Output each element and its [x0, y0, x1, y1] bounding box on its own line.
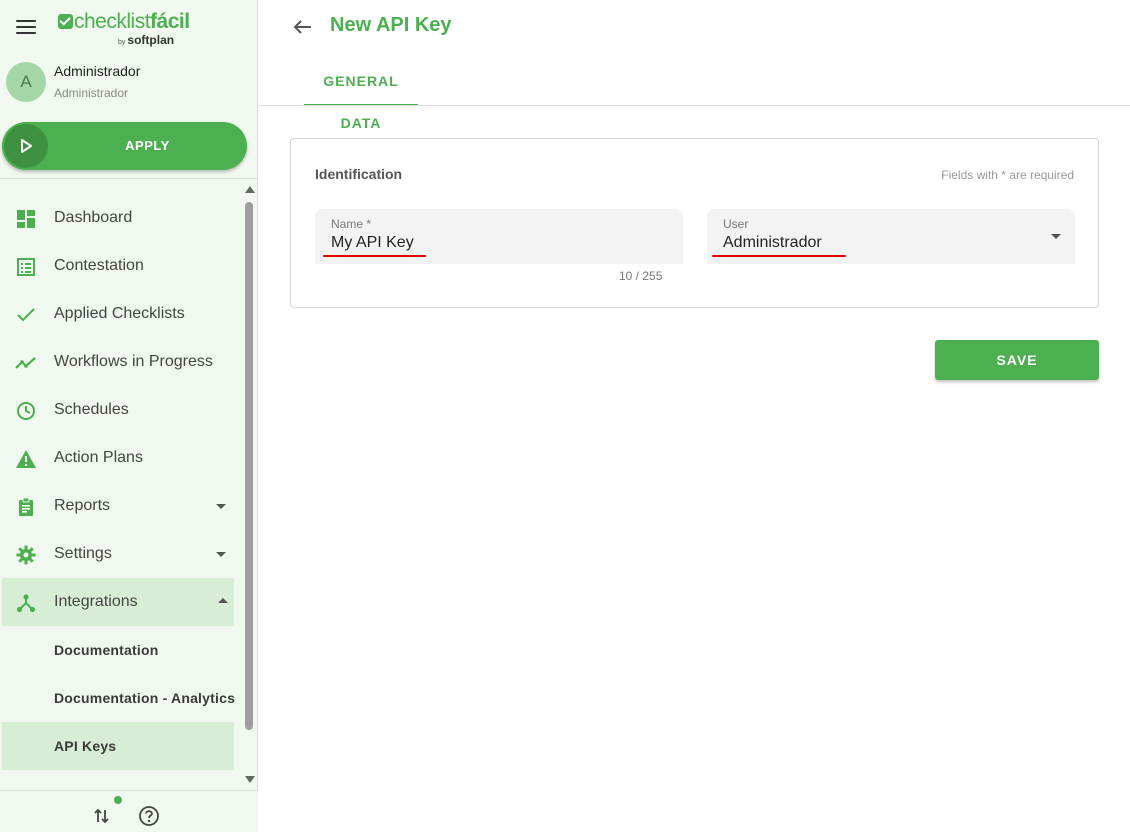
name-field[interactable]: Name * My API Key [315, 209, 683, 264]
sidebar-item-label: Workflows in Progress [54, 353, 213, 370]
dropdown-arrow-icon[interactable] [1051, 234, 1061, 239]
logo-text-bold: fácil [150, 10, 190, 33]
play-icon [4, 124, 48, 168]
sidebar-subitem-label: Documentation [54, 642, 159, 658]
logo-wordmark: checklistfácil [58, 10, 190, 34]
apply-label: APPLY [125, 138, 170, 153]
character-counter: 10 / 255 [619, 269, 663, 283]
user-select[interactable]: User Administrador [707, 209, 1075, 264]
app-window: checklistfácil by softplan A Administrado… [0, 0, 1130, 832]
sidebar-subitem-documentation[interactable]: Documentation [0, 626, 240, 674]
chevron-down-icon [216, 552, 226, 557]
sidebar-item-reports[interactable]: Reports [0, 482, 240, 530]
name-field-label: Name * [331, 217, 372, 231]
sidebar-subitem-label: API Keys [54, 738, 117, 754]
logo-text-light: checklist [74, 10, 151, 33]
back-arrow-icon[interactable] [292, 16, 314, 38]
menu-icon[interactable] [16, 20, 36, 34]
divider [0, 178, 258, 179]
sidebar-subitem-documentation-analytics[interactable]: Documentation - Analytics [0, 674, 240, 722]
sidebar-item-label: Schedules [54, 401, 129, 418]
integrations-icon [15, 592, 37, 614]
sidebar-subitem-api-keys[interactable]: API Keys [2, 722, 234, 770]
clipboard-icon [15, 496, 37, 518]
tab-label: GENERAL DATA [323, 73, 399, 131]
user-profile[interactable]: A Administrador Administrador [6, 62, 251, 104]
sync-icon[interactable] [92, 806, 112, 826]
logo-by: by [118, 39, 126, 46]
divider [258, 105, 1130, 106]
user-field-value: Administrador [723, 234, 822, 251]
sidebar-item-action-plans[interactable]: Action Plans [0, 434, 240, 482]
section-title: Identification [315, 166, 403, 182]
list-icon [15, 256, 37, 278]
trending-icon [15, 352, 37, 374]
clock-icon [15, 400, 37, 422]
name-field-value[interactable]: My API Key [331, 234, 414, 252]
chevron-down-icon [216, 504, 226, 509]
sidebar-item-label: Contestation [54, 257, 144, 274]
save-button[interactable]: SAVE [935, 340, 1099, 380]
avatar: A [6, 62, 46, 102]
status-dot [114, 796, 122, 804]
sidebar-item-label: Reports [54, 497, 111, 514]
scroll-up-icon[interactable] [245, 186, 255, 193]
sidebar-item-label: Dashboard [54, 209, 133, 226]
sidebar-item-label: Settings [54, 545, 112, 562]
sidebar-item-label: Action Plans [54, 449, 143, 466]
sidebar-header: checklistfácil by softplan [0, 0, 258, 56]
identification-card: Identification Fields with * are require… [290, 138, 1099, 308]
page-title: New API Key [330, 14, 452, 36]
sidebar-item-workflows[interactable]: Workflows in Progress [0, 338, 240, 386]
sidebar-item-settings[interactable]: Settings [0, 530, 240, 578]
main-content: New API Key GENERAL DATA Identification … [258, 0, 1130, 832]
scrollbar-thumb[interactable] [245, 202, 253, 730]
user-role: Administrador [54, 86, 129, 100]
check-icon [15, 304, 37, 326]
logo-byline: by softplan [118, 33, 174, 47]
sidebar-item-contestation[interactable]: Contestation [0, 242, 240, 290]
sidebar-item-integrations[interactable]: Integrations [2, 578, 234, 626]
sidebar-item-schedules[interactable]: Schedules [0, 386, 240, 434]
gear-icon [15, 544, 37, 566]
logo-company: softplan [127, 33, 175, 47]
help-icon[interactable] [138, 805, 160, 827]
sidebar-nav: Dashboard Contestation Applied Checklist… [0, 194, 240, 789]
sidebar-footer [0, 790, 258, 832]
scroll-down-icon[interactable] [245, 776, 255, 783]
warning-icon [15, 448, 37, 470]
required-fields-note: Fields with * are required [941, 168, 1074, 182]
sidebar-subitem-label: Documentation - Analytics [54, 690, 236, 706]
sidebar-scrollbar[interactable] [243, 184, 255, 787]
dashboard-icon [15, 208, 37, 230]
logo: checklistfácil by softplan [58, 10, 198, 50]
sidebar-item-applied-checklists[interactable]: Applied Checklists [0, 290, 240, 338]
highlight-underline [323, 255, 426, 257]
chevron-up-icon [218, 598, 228, 603]
sidebar-item-label: Integrations [54, 593, 138, 610]
tab-general-data[interactable]: GENERAL DATA [304, 60, 418, 131]
logo-check-icon [58, 14, 73, 29]
apply-button[interactable]: APPLY [2, 122, 247, 170]
sidebar-item-label: Applied Checklists [54, 305, 185, 322]
highlight-underline [712, 255, 846, 257]
user-name: Administrador [54, 63, 141, 79]
sidebar: checklistfácil by softplan A Administrado… [0, 0, 258, 832]
user-field-label: User [723, 217, 749, 231]
sidebar-item-dashboard[interactable]: Dashboard [0, 194, 240, 242]
